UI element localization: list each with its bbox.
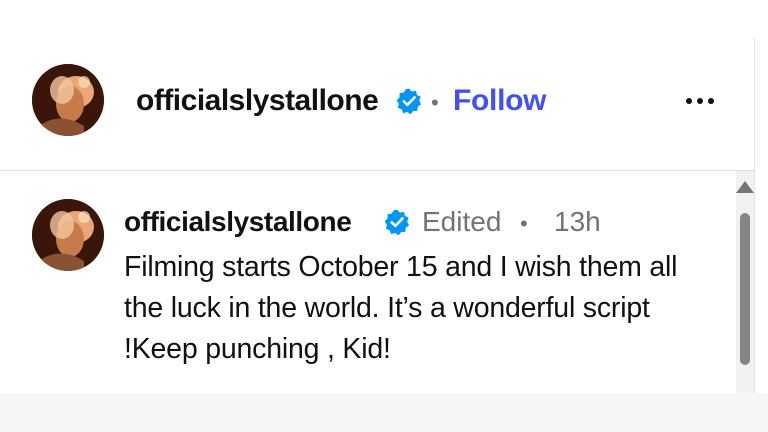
top-gap [0,0,768,38]
separator-dot: • [520,211,528,236]
caption-section: officialslystallone Edited • 13h Filming… [0,171,736,393]
caption-avatar[interactable] [32,199,104,271]
post-username[interactable]: officialslystallone [136,84,379,118]
caption-text: Filming starts October 15 and I wish the… [124,251,678,365]
more-options-icon[interactable] [680,86,720,114]
post-timestamp[interactable]: 13h [554,206,601,238]
scroll-up-arrow-icon[interactable] [736,181,754,193]
scrollbar-thumb[interactable] [740,213,750,365]
edited-label: Edited [422,206,502,237]
bottom-strip [0,393,768,432]
scrollbar[interactable] [736,171,754,393]
verified-badge-icon [384,209,410,235]
caption-username[interactable]: officialslystallone [124,206,352,238]
verified-badge-icon [396,88,422,114]
post-header: officialslystallone • Follow [0,38,754,171]
frame-edge [754,38,755,393]
follow-button[interactable]: Follow [453,84,546,118]
separator-dot: • [431,90,439,115]
avatar[interactable] [32,64,104,136]
